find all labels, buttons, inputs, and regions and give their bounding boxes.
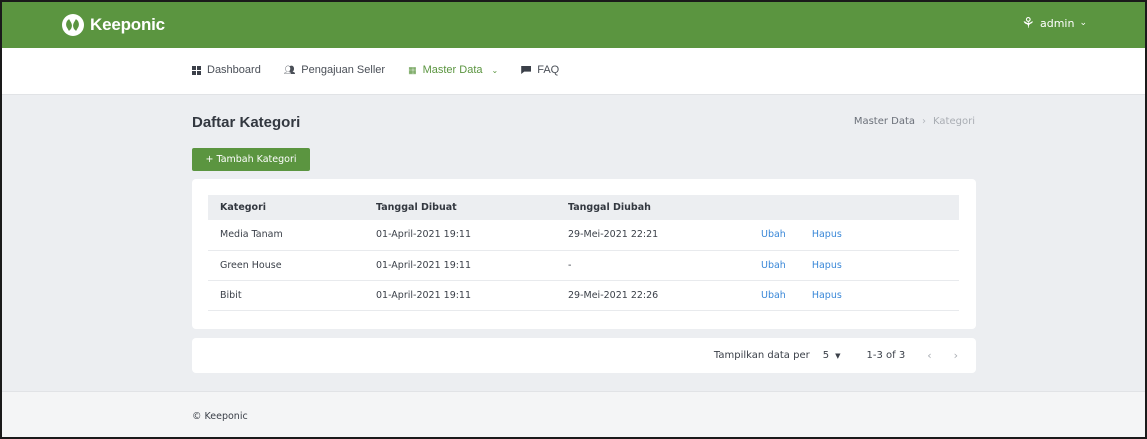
user-name: admin [1039, 16, 1075, 30]
table-row: Media Tanam 01-April-2021 19:11 29-Mei-2… [208, 220, 959, 250]
nav-item-faq[interactable]: FAQ [521, 64, 559, 76]
table-row: Bibit 01-April-2021 19:11 29-Mei-2021 22… [208, 280, 959, 310]
edit-link[interactable]: Ubah [761, 260, 786, 271]
nav-item-label: FAQ [537, 64, 560, 76]
cell-tanggal-diubah: - [568, 259, 572, 271]
column-header-kategori: Kategori [220, 202, 267, 213]
top-bar: Keeponic ⚘ admin ⌄ [2, 2, 1145, 48]
cell-tanggal-dibuat: 01-April-2021 19:11 [376, 289, 472, 301]
breadcrumb-master-data[interactable]: Master Data [854, 116, 915, 127]
nav-item-dashboard[interactable]: Dashboard [192, 64, 261, 76]
nav-item-label: Pengajuan Seller [301, 64, 386, 76]
edit-link[interactable]: Ubah [761, 229, 786, 240]
brand-name: Keeponic [90, 15, 165, 34]
nav-item-master-data[interactable]: ▦ Master Data ⌄ [408, 64, 498, 76]
cell-kategori: Green House [220, 259, 282, 271]
cell-tanggal-dibuat: 01-April-2021 19:11 [376, 259, 472, 271]
chevron-down-icon: ⌄ [491, 65, 499, 75]
cell-kategori: Bibit [220, 289, 242, 301]
per-page-select[interactable]: 5 ▼ [823, 350, 841, 361]
flag-icon [521, 66, 532, 74]
table-row: Green House 01-April-2021 19:11 - Ubah Ha… [208, 250, 959, 280]
main-nav: Dashboard 👥︎ Pengajuan Seller ▦ Master D… [2, 48, 1145, 95]
category-table-card: Kategori Tanggal Dibuat Tanggal Diubah M… [192, 179, 976, 329]
cell-tanggal-diubah: 29-Mei-2021 22:21 [568, 229, 659, 241]
cell-tanggal-dibuat: 01-April-2021 19:11 [376, 229, 472, 241]
nav-item-label: Master Data [422, 64, 483, 76]
app-frame: Keeponic ⚘ admin ⌄ Dashboard 👥︎ Pengajua… [0, 0, 1147, 439]
cell-tanggal-diubah: 29-Mei-2021 22:26 [568, 289, 659, 301]
table-header-row: Kategori Tanggal Dibuat Tanggal Diubah [208, 195, 959, 220]
caret-down-icon: ▼ [835, 351, 841, 360]
per-page-label: Tampilkan data per [713, 350, 810, 361]
brand[interactable]: Keeponic [62, 13, 165, 37]
database-icon: ▦ [408, 64, 417, 75]
user-menu[interactable]: ⚘ admin ⌄ [1021, 14, 1087, 32]
pagination-card: Tampilkan data per 5 ▼ 1-3 of 3 ‹ › [192, 338, 976, 373]
footer: © Keeponic [2, 391, 1145, 437]
page-range: 1-3 of 3 [866, 350, 906, 361]
dashboard-icon [192, 65, 201, 75]
nav-item-pengajuan-seller[interactable]: 👥︎ Pengajuan Seller [284, 64, 385, 76]
leaf-icon: ⚘ [1021, 14, 1035, 32]
keeponic-logo-icon [62, 14, 84, 36]
add-category-button[interactable]: + Tambah Kategori [192, 148, 310, 171]
delete-link[interactable]: Hapus [812, 229, 842, 240]
category-table: Kategori Tanggal Dibuat Tanggal Diubah M… [208, 195, 959, 311]
edit-link[interactable]: Ubah [761, 290, 786, 301]
column-header-tanggal-diubah: Tanggal Diubah [568, 202, 651, 213]
column-header-tanggal-dibuat: Tanggal Dibuat [376, 202, 457, 213]
delete-link[interactable]: Hapus [812, 260, 842, 271]
cell-actions: Ubah Hapus [749, 280, 959, 310]
next-page-icon[interactable]: › [954, 349, 958, 362]
nav-item-label: Dashboard [207, 64, 261, 76]
breadcrumb-separator-icon: › [922, 116, 927, 127]
column-header-actions [749, 195, 959, 220]
pagination: Tampilkan data per 5 ▼ 1-3 of 3 ‹ › [714, 349, 958, 362]
prev-page-icon[interactable]: ‹ [927, 349, 931, 362]
chevron-down-icon: ⌄ [1079, 18, 1087, 28]
cell-actions: Ubah Hapus [749, 220, 959, 250]
cell-kategori: Media Tanam [220, 229, 283, 241]
per-page-value: 5 [822, 350, 830, 361]
breadcrumb: Master Data › Kategori [854, 116, 975, 127]
page-title: Daftar Kategori [192, 114, 301, 131]
cell-actions: Ubah Hapus [749, 250, 959, 280]
footer-copyright: © Keeponic [192, 411, 248, 422]
breadcrumb-current: Kategori [933, 116, 975, 127]
users-icon: 👥︎ [283, 64, 296, 75]
delete-link[interactable]: Hapus [812, 290, 842, 301]
